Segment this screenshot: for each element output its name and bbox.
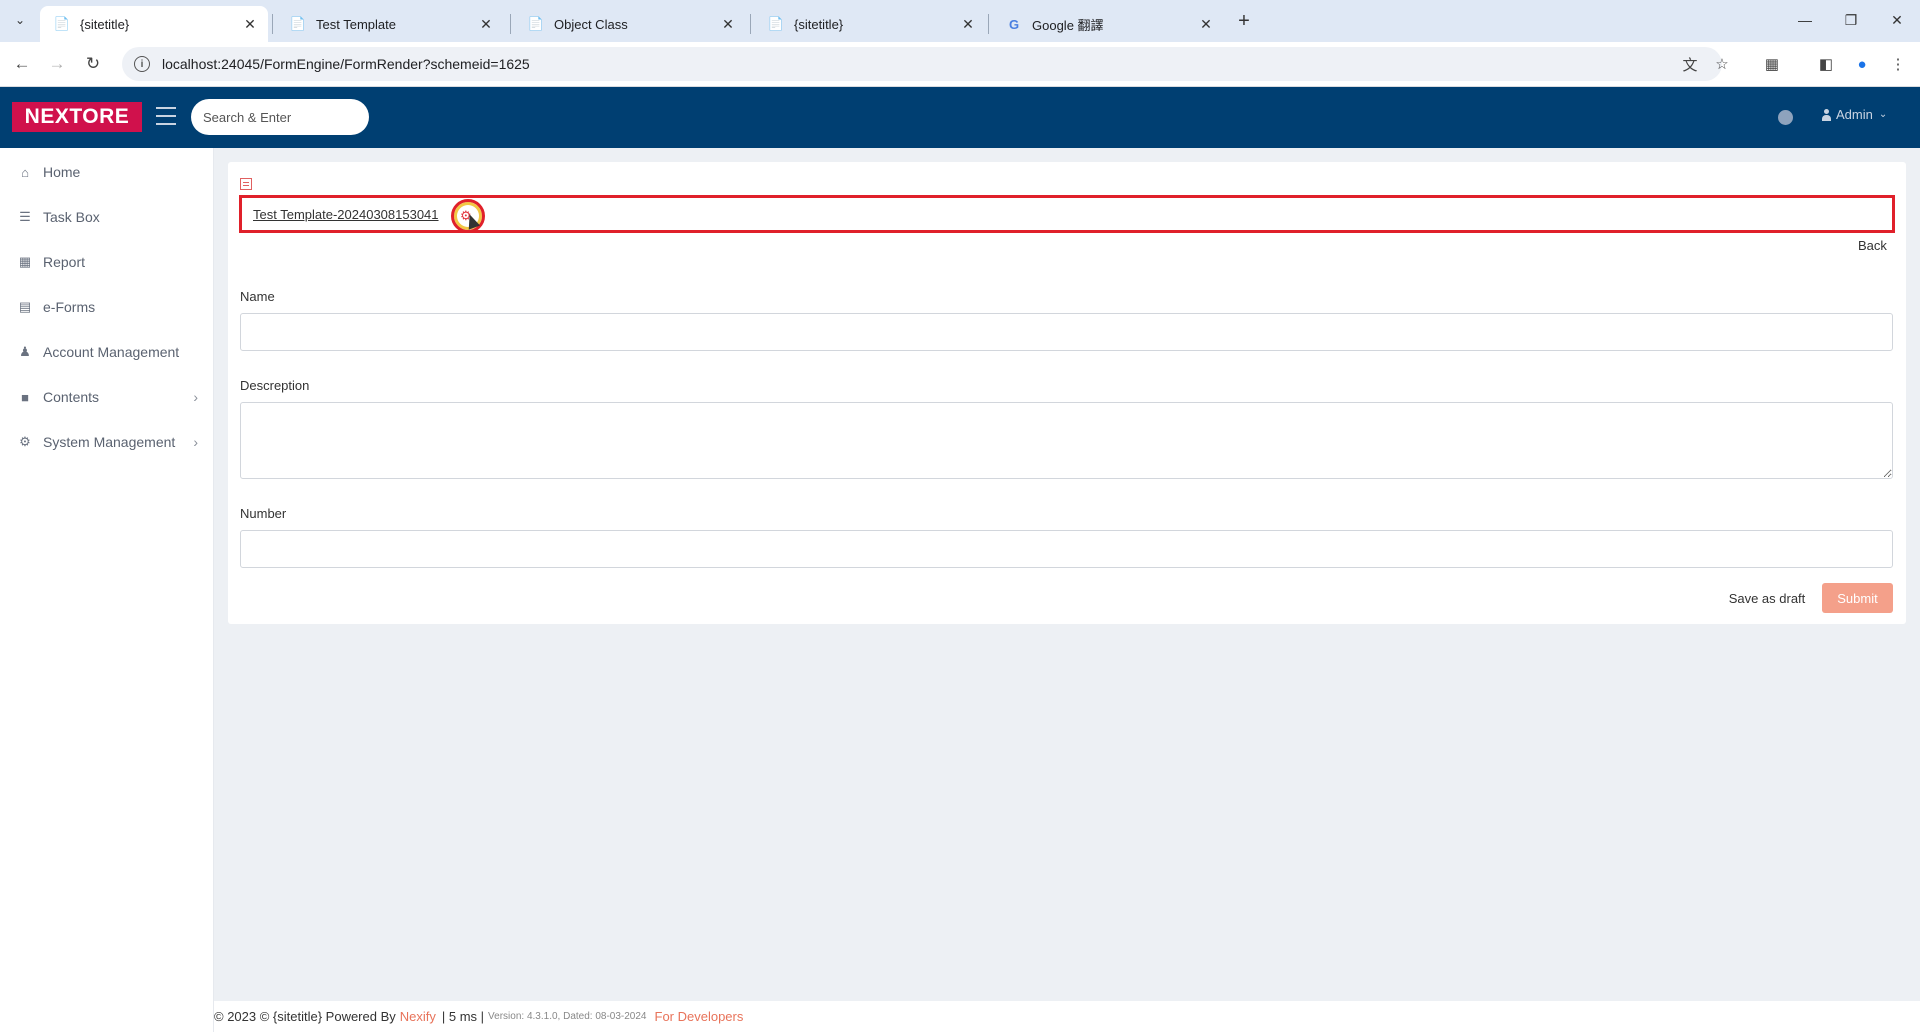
tasks-icon: ☰ bbox=[19, 209, 31, 224]
tab-separator bbox=[510, 14, 511, 34]
form-icon: ▤ bbox=[18, 299, 32, 314]
description-label: Descreption bbox=[240, 378, 310, 393]
brand-logo[interactable]: NEXTORE bbox=[12, 102, 142, 132]
browser-tab-2[interactable]: 📄 Test Template ✕ bbox=[276, 6, 504, 42]
sidebar-item-e-forms[interactable]: ▤ e-Forms bbox=[0, 287, 214, 327]
sidebar-item-report[interactable]: ▦ Report bbox=[0, 242, 214, 282]
form-title-highlight bbox=[239, 195, 1895, 233]
hamburger-menu-icon[interactable] bbox=[156, 107, 176, 125]
forward-arrow-icon[interactable]: → bbox=[43, 50, 71, 78]
close-tab-icon[interactable]: ✕ bbox=[242, 16, 258, 32]
sidebar: ⌂ Home ☰ Task Box ▦ Report ▤ e-Forms ♟ A… bbox=[0, 148, 214, 1032]
browser-tab-1[interactable]: 📄 {sitetitle} ✕ bbox=[40, 6, 268, 42]
tab-search-chevron-icon[interactable]: ⌄ bbox=[8, 8, 32, 32]
google-translate-icon: G bbox=[1008, 16, 1020, 32]
number-label: Number bbox=[240, 506, 287, 521]
browser-tab-5[interactable]: G Google 翻譯 ✕ bbox=[992, 6, 1224, 42]
page-icon: 📄 bbox=[767, 16, 785, 31]
footer: © 2023 © {sitetitle} Powered By Nexify |… bbox=[214, 1001, 1920, 1032]
sidebar-item-contents[interactable]: ■ Contents › bbox=[0, 377, 214, 417]
browser-tab-3[interactable]: 📄 Object Class ✕ bbox=[514, 6, 746, 42]
submit-button[interactable]: Submit bbox=[1822, 583, 1893, 613]
gears-icon: ⚙ bbox=[19, 434, 31, 449]
sidebar-item-account-management[interactable]: ♟ Account Management bbox=[0, 332, 214, 372]
page-icon: 📄 bbox=[527, 16, 545, 31]
page-icon: 📄 bbox=[289, 16, 307, 31]
close-window-icon[interactable]: ✕ bbox=[1874, 6, 1920, 34]
side-panel-icon[interactable]: ◧ bbox=[1812, 50, 1840, 78]
sidebar-item-label: System Management bbox=[43, 434, 176, 450]
tab-separator bbox=[750, 14, 751, 34]
description-field[interactable] bbox=[240, 402, 1893, 479]
browser-tabstrip: ⌄ 📄 {sitetitle} ✕ 📄 Test Template ✕ 📄 Ob… bbox=[0, 0, 1920, 42]
table-icon: ▦ bbox=[18, 254, 32, 269]
name-field[interactable] bbox=[240, 313, 1893, 351]
site-info-icon[interactable]: i bbox=[134, 56, 150, 72]
tab-separator bbox=[988, 14, 989, 34]
translate-icon[interactable]: 文 bbox=[1676, 50, 1704, 78]
number-field[interactable] bbox=[240, 530, 1893, 568]
search-input[interactable] bbox=[191, 99, 369, 135]
form-title-link[interactable]: Test Template-20240308153041 bbox=[253, 207, 439, 222]
page-icon: 📄 bbox=[53, 16, 71, 31]
browser-tab-4[interactable]: 📄 {sitetitle} ✕ bbox=[754, 6, 986, 42]
reload-icon[interactable]: ↻ bbox=[79, 50, 107, 78]
sidebar-item-system-management[interactable]: ⚙ System Management › bbox=[0, 422, 214, 462]
browser-toolbar: ← → ↻ i localhost:24045/FormEngine/FormR… bbox=[0, 42, 1920, 87]
sidebar-item-task-box[interactable]: ☰ Task Box bbox=[0, 197, 214, 237]
minimize-icon[interactable]: — bbox=[1782, 6, 1828, 34]
chevron-down-icon: ⌄ bbox=[1878, 109, 1888, 120]
new-tab-icon[interactable]: + bbox=[1232, 9, 1256, 33]
sidebar-item-label: Home bbox=[43, 164, 81, 180]
sidebar-item-label: Contents bbox=[43, 389, 100, 405]
footer-developers-link[interactable]: For Developers bbox=[655, 1009, 744, 1024]
restore-icon[interactable]: ❐ bbox=[1828, 6, 1874, 34]
chevron-right-icon: › bbox=[193, 434, 198, 450]
sidebar-item-home[interactable]: ⌂ Home bbox=[0, 152, 214, 192]
footer-version: Version: 4.3.1.0, Dated: 08-03-2024 bbox=[488, 1011, 647, 1022]
sidebar-item-label: Task Box bbox=[43, 209, 100, 225]
close-tab-icon[interactable]: ✕ bbox=[960, 16, 976, 32]
save-draft-button[interactable]: Save as draft bbox=[1716, 583, 1818, 613]
url-text[interactable]: localhost:24045/FormEngine/FormRender?sc… bbox=[162, 56, 530, 72]
footer-copyright: © 2023 © {sitetitle} Powered By bbox=[214, 1009, 396, 1024]
user-icon: ♟ bbox=[19, 344, 31, 359]
tab-title: {sitetitle} bbox=[80, 16, 130, 32]
close-tab-icon[interactable]: ✕ bbox=[720, 16, 736, 32]
bookmark-star-icon[interactable]: ☆ bbox=[1708, 50, 1736, 78]
sidebar-item-label: Account Management bbox=[43, 344, 180, 360]
sidebar-item-label: e-Forms bbox=[43, 299, 96, 315]
tab-title: {sitetitle} bbox=[794, 16, 844, 32]
back-link[interactable]: Back bbox=[1858, 238, 1887, 253]
profile-icon[interactable]: ● bbox=[1848, 50, 1876, 78]
app-header: NEXTORE Admin ⌄ bbox=[0, 87, 1920, 148]
back-arrow-icon[interactable]: ← bbox=[8, 50, 36, 78]
tab-title: Test Template bbox=[316, 16, 396, 32]
extensions-icon[interactable]: ▦ bbox=[1758, 50, 1786, 78]
user-menu[interactable]: Admin ⌄ bbox=[1821, 107, 1887, 122]
form-document-icon bbox=[240, 178, 252, 190]
close-tab-icon[interactable]: ✕ bbox=[478, 16, 494, 32]
chevron-right-icon: › bbox=[193, 389, 198, 405]
globe-icon[interactable] bbox=[1778, 110, 1793, 125]
user-name: Admin bbox=[1836, 107, 1873, 122]
tab-title: Google 翻譯 bbox=[1032, 17, 1104, 33]
close-tab-icon[interactable]: ✕ bbox=[1198, 16, 1214, 32]
footer-brand-link[interactable]: Nexify bbox=[400, 1009, 436, 1024]
sidebar-item-label: Report bbox=[43, 254, 86, 270]
user-icon bbox=[1821, 108, 1832, 121]
home-icon: ⌂ bbox=[21, 164, 29, 180]
address-bar[interactable]: i localhost:24045/FormEngine/FormRender?… bbox=[122, 47, 1722, 81]
folder-icon: ■ bbox=[21, 389, 29, 405]
name-label: Name bbox=[240, 289, 275, 304]
tab-title: Object Class bbox=[554, 16, 628, 32]
footer-timing: | 5 ms | bbox=[441, 1009, 485, 1024]
kebab-menu-icon[interactable]: ⋮ bbox=[1884, 50, 1912, 78]
tab-separator bbox=[272, 14, 273, 34]
